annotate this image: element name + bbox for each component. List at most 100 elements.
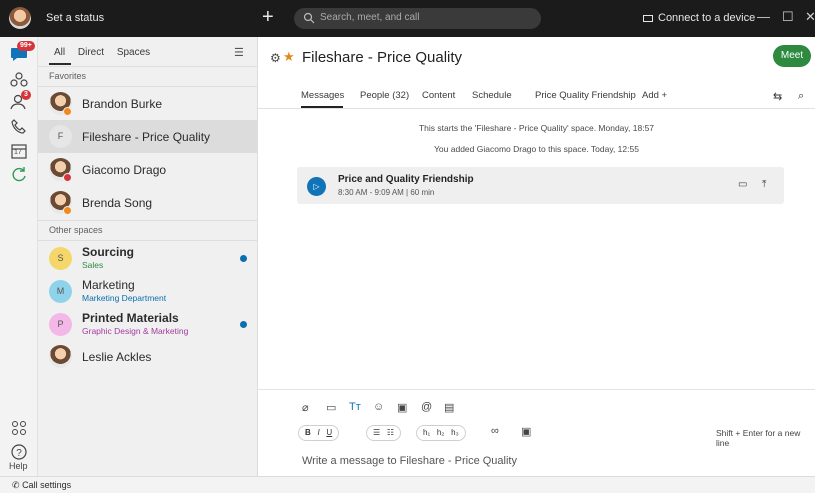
tab-price-quality-friendship[interactable]: Price Quality Friendship [535, 90, 636, 101]
meeting-time: 8:30 AM - 9:09 AM | 60 min [338, 188, 435, 197]
filter-all[interactable]: All [54, 47, 65, 58]
search-placeholder: Search, meet, and call [320, 12, 420, 23]
list-item-name: Sourcing [82, 245, 135, 259]
avatar: M [49, 280, 72, 303]
away-presence-icon [63, 206, 72, 215]
filter-active-indicator [49, 63, 71, 65]
tab-content[interactable]: Content [422, 90, 455, 101]
plus-icon[interactable]: + [262, 6, 274, 28]
tab-add[interactable]: Add + [642, 90, 667, 101]
play-icon[interactable]: ▷ [307, 177, 326, 196]
underline-button[interactable]: U [326, 428, 332, 437]
calls-icon[interactable] [9, 117, 29, 137]
list-item-team: Sales [82, 260, 104, 270]
heading-group: h₁ h₂ h₃ [416, 425, 466, 441]
left-rail: 99+ 3 17 ? Help [0, 37, 38, 476]
divider [38, 220, 258, 221]
meeting-title: Price and Quality Friendship [338, 174, 474, 185]
heading-1-button[interactable]: h₁ [423, 428, 430, 437]
call-settings-button[interactable]: ✆ Call settings [12, 480, 71, 491]
italic-button[interactable]: I [317, 428, 319, 437]
list-item-name: Marketing [82, 278, 135, 292]
tab-people[interactable]: People (32) [360, 90, 409, 101]
refresh-icon[interactable] [9, 165, 29, 185]
call-settings-label: Call settings [22, 480, 72, 490]
whiteboard-icon[interactable]: ▤ [444, 401, 454, 414]
list-item[interactable]: Giacomo Drago [38, 153, 258, 186]
minimize-icon[interactable]: — [757, 9, 770, 24]
list-item[interactable]: Brenda Song [38, 186, 258, 219]
close-icon[interactable]: ✕ [805, 9, 815, 25]
list-item[interactable]: Leslie Ackles [38, 340, 258, 373]
filter-icon[interactable]: ☰ [234, 46, 244, 59]
list-item[interactable]: S Sourcing Sales [38, 242, 258, 275]
calendar-day: 17 [14, 149, 22, 156]
page-title: Fileshare - Price Quality [302, 49, 463, 66]
meet-button[interactable]: Meet [773, 45, 811, 67]
messaging-icon[interactable]: 99+ [9, 41, 35, 64]
heading-3-button[interactable]: h₃ [451, 428, 459, 437]
link-icon[interactable]: ∞ [491, 425, 499, 437]
contacts-icon[interactable]: 3 [9, 90, 31, 112]
list-item[interactable]: Brandon Burke [38, 87, 258, 120]
search-input[interactable]: Search, meet, and call [294, 8, 541, 29]
maximize-icon[interactable]: ☐ [782, 9, 794, 25]
code-icon[interactable]: ▣ [521, 425, 531, 438]
gif-icon[interactable]: ▣ [397, 401, 407, 414]
list-item-team: Marketing Department [82, 293, 167, 303]
emoji-icon[interactable]: ☺ [373, 401, 384, 413]
bold-button[interactable]: B [305, 428, 311, 437]
list-item-name: Giacomo Drago [82, 163, 167, 177]
heading-2-button[interactable]: h₂ [437, 428, 445, 437]
gear-icon[interactable]: ⚙ [270, 51, 281, 65]
tab-active-indicator [301, 106, 343, 108]
search-icon[interactable]: ⌕ [798, 90, 804, 103]
title-bar: Set a status + Search, meet, and call Co… [0, 0, 815, 37]
user-avatar[interactable] [9, 7, 31, 29]
connect-device-button[interactable]: Connect to a device [643, 12, 755, 24]
star-icon[interactable]: ★ [283, 49, 295, 65]
contacts-badge: 3 [21, 90, 31, 100]
list-item-name: Leslie Ackles [82, 350, 152, 364]
mention-icon[interactable]: @ [421, 401, 432, 413]
numbered-list-button[interactable]: ☷ [387, 428, 394, 437]
teams-icon[interactable] [9, 70, 29, 90]
space-tabs: Messages People (32) Content Schedule Pr… [258, 81, 815, 109]
upload-icon[interactable]: ⤒ [762, 179, 766, 190]
search-icon [303, 12, 315, 24]
connect-device-label: Connect to a device [658, 12, 756, 24]
attach-icon[interactable]: ⌀ [302, 401, 309, 414]
apps-icon[interactable] [9, 418, 29, 438]
filter-direct[interactable]: Direct [78, 47, 104, 58]
dnd-presence-icon [63, 173, 72, 182]
phone-settings-icon: ✆ [12, 480, 20, 490]
message-input[interactable]: Write a message to Fileshare - Price Qua… [302, 455, 517, 467]
list-item[interactable]: P Printed Materials Graphic Design & Mar… [38, 308, 258, 341]
spaces-sidebar: All Direct Spaces ☰ Favorites Brandon Bu… [38, 37, 258, 476]
avatar: F [49, 125, 72, 148]
set-status-button[interactable]: Set a status [46, 12, 104, 24]
other-spaces-label: Other spaces [49, 225, 103, 235]
list-item[interactable]: F Fileshare - Price Quality [38, 120, 258, 153]
list-item-name: Fileshare - Price Quality [82, 130, 211, 144]
screen-capture-icon[interactable]: ▭ [326, 401, 336, 414]
list-item-name: Brandon Burke [82, 97, 163, 111]
list-item-team: Graphic Design & Marketing [82, 326, 189, 336]
share-icon[interactable]: ⇆ [773, 90, 782, 103]
meeting-card[interactable]: ▷ Price and Quality Friendship 8:30 AM -… [297, 167, 784, 204]
screen-share-icon[interactable]: ▭ [738, 179, 747, 190]
tab-messages[interactable]: Messages [301, 90, 344, 101]
unread-dot [240, 255, 247, 262]
divider [38, 240, 258, 241]
list-item[interactable]: M Marketing Marketing Department [38, 275, 258, 308]
help-icon[interactable]: ? [9, 442, 29, 462]
calendar-icon[interactable]: 17 [9, 141, 29, 161]
text-format-icon[interactable]: Tт [349, 401, 361, 413]
help-label: Help [9, 461, 28, 471]
bullet-list-button[interactable]: ☰ [373, 428, 380, 437]
divider [38, 66, 258, 67]
tab-schedule[interactable]: Schedule [472, 90, 512, 101]
filter-spaces[interactable]: Spaces [117, 47, 150, 58]
favorites-label: Favorites [49, 71, 87, 81]
space-main: ⚙ ★ Fileshare - Price Quality Meet Messa… [258, 37, 815, 476]
